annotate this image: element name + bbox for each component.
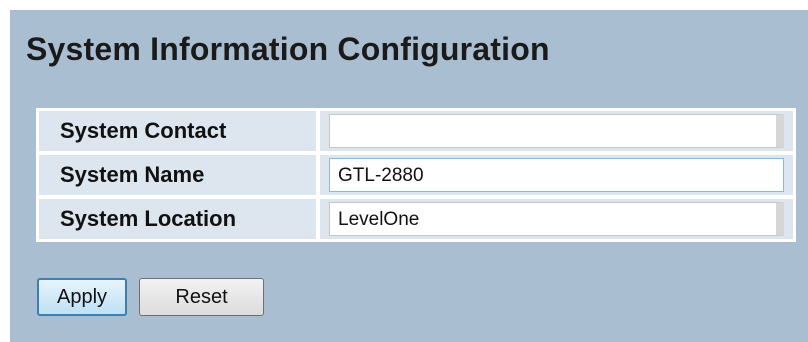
table-row: System Name <box>37 153 795 197</box>
system-info-table: System Contact System Name System Locati… <box>36 108 796 242</box>
table-row: System Contact <box>37 109 795 153</box>
system-location-input[interactable] <box>329 202 784 236</box>
table-row: System Location <box>37 197 795 241</box>
system-contact-cell <box>318 109 795 153</box>
reset-button[interactable]: Reset <box>139 278 264 316</box>
system-name-cell <box>318 153 795 197</box>
system-name-label: System Name <box>37 153 318 197</box>
system-contact-label: System Contact <box>37 109 318 153</box>
system-location-label: System Location <box>37 197 318 241</box>
system-name-input[interactable] <box>329 158 784 192</box>
page-title: System Information Configuration <box>26 31 550 67</box>
system-location-cell <box>318 197 795 241</box>
apply-button[interactable]: Apply <box>37 278 127 316</box>
system-contact-input[interactable] <box>329 114 784 148</box>
